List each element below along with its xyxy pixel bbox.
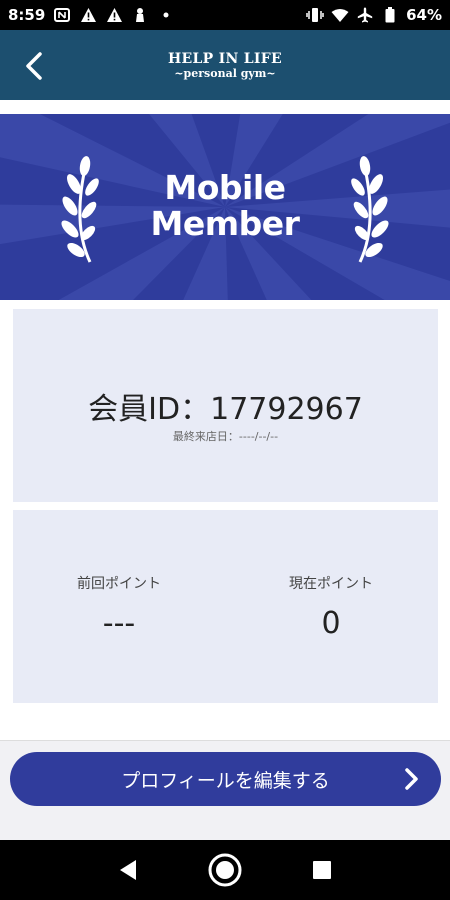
member-id: 会員ID：17792967 [88,392,363,427]
airplane-icon [356,6,374,24]
logo-line2: ~personal gym~ [174,66,276,80]
recents-square-icon [312,861,331,879]
points-card: 前回ポイント --- 現在ポイント 0 [13,510,438,703]
header-spacer [0,100,450,114]
previous-points-value: --- [102,606,136,641]
previous-points-label: 前回ポイント [77,576,161,592]
banner-title-line2: Member [150,204,300,243]
member-id-card: 会員ID：17792967 最終来店日：----/--/-- [13,309,438,502]
back-triangle-icon [120,860,137,880]
warning-icon [79,6,97,24]
member-banner: Mobile Member [0,114,450,300]
dot-icon [157,6,175,24]
warning-icon [105,6,123,24]
nav-recents-button[interactable] [302,850,342,890]
status-left: 8:59 [8,6,175,24]
action-bar: プロフィールを編集する [0,740,450,840]
edit-profile-label: プロフィールを編集する [121,769,330,792]
nfc-icon [53,6,71,24]
current-points-label: 現在ポイント [289,576,373,592]
home-circle-icon [208,853,242,887]
battery-percent: 64% [406,6,442,24]
banner-title-line1: Mobile [164,168,286,207]
logo-line1: HELP IN LIFE [168,50,282,67]
vpn-key-icon [131,6,149,24]
vibrate-icon [306,6,324,24]
banner-title: Mobile Member [0,170,450,242]
back-button[interactable] [14,46,54,86]
chevron-left-icon [26,52,42,80]
chevron-right-icon [405,768,418,790]
current-points-value: 0 [321,606,341,641]
status-bar: 8:59 64% [0,0,450,30]
wifi-icon [331,6,349,24]
system-nav-bar [0,840,450,900]
app-header: HELP IN LIFE ~personal gym~ [0,30,450,100]
nav-home-button[interactable] [205,850,245,890]
edit-profile-button[interactable]: プロフィールを編集する [10,752,441,806]
nav-back-button[interactable] [108,850,148,890]
status-time: 8:59 [8,6,46,24]
status-right: 64% [306,6,442,24]
battery-icon [381,6,399,24]
brand-logo: HELP IN LIFE ~personal gym~ [168,52,282,79]
last-visit-date: 最終来店日：----/--/-- [172,430,279,443]
